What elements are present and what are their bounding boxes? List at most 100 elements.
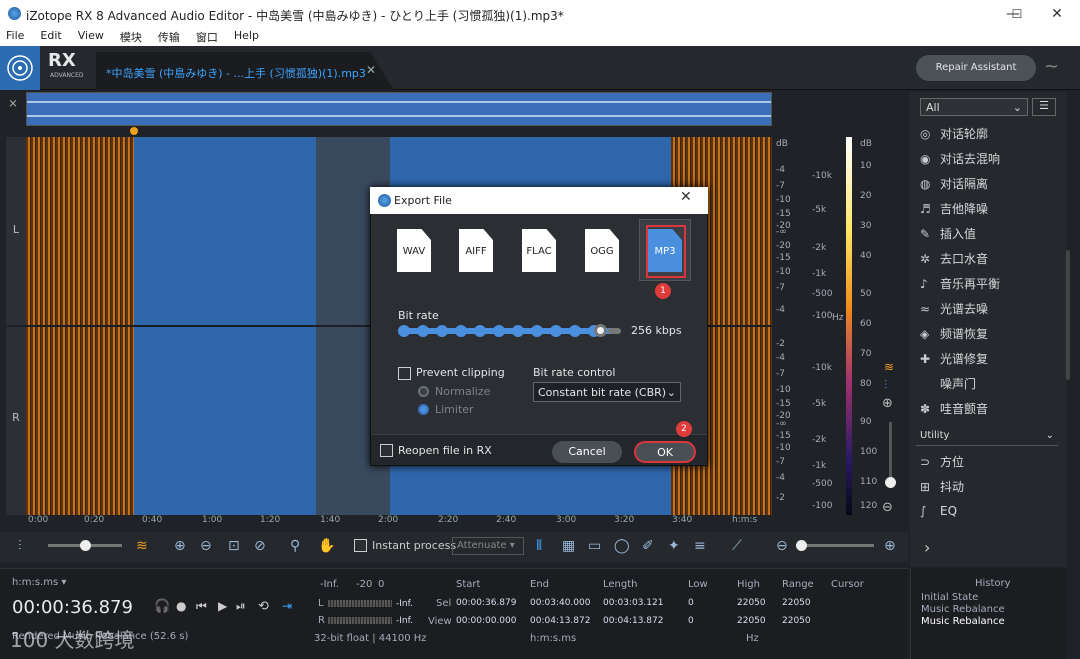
sel-high[interactable]: 22050 — [737, 598, 766, 608]
module-spectral-recovery[interactable]: ◈ 频谱恢复 — [920, 325, 988, 347]
brush-icon[interactable]: ✐ — [642, 536, 654, 556]
menu-transport[interactable]: 传输 — [150, 28, 188, 46]
channel-right[interactable]: R — [6, 327, 26, 515]
sel-range[interactable]: 22050 — [782, 598, 811, 608]
module-mouth-declick[interactable]: ✲ 去口水音 — [920, 250, 988, 272]
module-eq[interactable]: ∫ EQ — [920, 504, 957, 526]
repair-assistant-button[interactable]: Repair Assistant — [916, 55, 1036, 81]
follow-playhead-icon[interactable]: ⇥ — [282, 599, 292, 613]
format-aiff-button[interactable]: AIFF — [459, 229, 493, 272]
zoom-in-icon[interactable]: ⊕ — [174, 536, 186, 556]
hand-tool-icon[interactable]: ✋ — [318, 536, 335, 556]
history-item[interactable]: Music Rebalance — [921, 604, 1005, 615]
timeline-ruler[interactable]: 0:00 0:20 0:40 1:00 1:20 1:40 2:00 2:20 … — [26, 515, 772, 528]
zoom-fit-icon[interactable]: ⊘ — [254, 536, 266, 556]
envelope-icon[interactable]: ⟋ — [732, 536, 742, 556]
zoom-in-freq-icon[interactable]: ⊕ — [884, 536, 896, 556]
module-spectral-repair[interactable]: ✚ 光谱修复 — [920, 350, 988, 372]
format-wav-button[interactable]: WAV — [397, 229, 431, 272]
waveform-toggle-icon[interactable]: ≋ — [884, 360, 894, 374]
module-wow-flutter[interactable]: ✽ 哇音颤音 — [920, 400, 988, 422]
view-start[interactable]: 00:00:00.000 — [456, 616, 516, 626]
view-high[interactable]: 22050 — [737, 616, 766, 626]
menu-edit[interactable]: Edit — [32, 28, 69, 46]
playhead-marker[interactable] — [130, 127, 138, 135]
menu-modules[interactable]: 模块 — [112, 28, 150, 46]
monitor-icon[interactable]: 🎧 — [154, 599, 170, 614]
time-selection-icon[interactable]: ⦀ — [536, 536, 542, 556]
instant-process-checkbox[interactable] — [354, 539, 367, 552]
zoom-out-vertical-icon[interactable]: ⊖ — [882, 500, 893, 515]
freq-selection-icon[interactable]: ▦ — [562, 536, 575, 556]
close-tab-icon[interactable]: ✕ — [366, 63, 376, 77]
skip-back-icon[interactable]: ⏮ — [196, 599, 207, 614]
spectrogram-toggle-icon[interactable]: ⫶ — [884, 378, 887, 393]
zoom-in-vertical-icon[interactable]: ⊕ — [882, 396, 893, 411]
module-gate[interactable]: 噪声门 — [920, 375, 976, 397]
module-guitar-denoise[interactable]: ♬ 吉他降噪 — [920, 200, 988, 222]
menu-help[interactable]: Help — [226, 28, 267, 46]
module-dialogue-isolate[interactable]: ◍ 对话隔离 — [920, 175, 988, 197]
waveform-overview[interactable] — [26, 92, 772, 126]
sel-low[interactable]: 0 — [688, 598, 694, 608]
normalize-radio[interactable] — [418, 386, 429, 397]
module-menu-icon[interactable]: ☰ — [1032, 98, 1056, 116]
sel-end[interactable]: 00:03:40.000 — [530, 598, 590, 608]
vertical-zoom-knob[interactable] — [885, 477, 896, 488]
time-freq-selection-icon[interactable]: ▭ — [588, 536, 601, 556]
zoom-out-icon[interactable]: ⊖ — [200, 536, 212, 556]
expand-panel-icon[interactable]: › — [924, 538, 930, 557]
format-ogg-button[interactable]: OGG — [585, 229, 619, 272]
freq-zoom-knob[interactable] — [796, 540, 807, 551]
module-interpolate[interactable]: ✎ 插入值 — [920, 225, 976, 247]
spectrogram-mode-icon[interactable]: ≋ — [136, 536, 148, 556]
menu-file[interactable]: File — [0, 28, 32, 46]
bitrate-knob[interactable] — [594, 324, 607, 337]
menu-window[interactable]: 窗口 — [188, 28, 226, 46]
loop-icon[interactable]: ⟲ — [258, 599, 269, 614]
bitrate-slider[interactable] — [398, 328, 620, 334]
ok-button[interactable]: OK — [634, 441, 696, 463]
view-end[interactable]: 00:04:13.872 — [530, 616, 590, 626]
module-azimuth[interactable]: ⊃ 方位 — [920, 453, 964, 475]
menu-view[interactable]: View — [70, 28, 112, 46]
module-scrollbar[interactable] — [1066, 250, 1070, 380]
magic-wand-icon[interactable]: ✦ — [668, 536, 680, 556]
module-dialogue-dereverb[interactable]: ◉ 对话去混响 — [920, 150, 1000, 172]
utility-section-header[interactable]: Utility ⌄ — [916, 428, 1058, 446]
cancel-button[interactable]: Cancel — [552, 441, 622, 463]
zoom-out-freq-icon[interactable]: ⊖ — [776, 536, 788, 556]
attenuate-select[interactable]: Attenuate ▾ — [452, 537, 524, 555]
prevent-clipping-checkbox[interactable] — [398, 367, 411, 380]
play-icon[interactable]: ▶ — [218, 599, 227, 613]
format-flac-button[interactable]: FLAC — [522, 229, 556, 272]
view-range[interactable]: 22050 — [782, 616, 811, 626]
zoom-selection-icon[interactable]: ⊡ — [228, 536, 240, 556]
record-icon[interactable]: ● — [176, 599, 186, 613]
horizontal-zoom-knob[interactable] — [80, 540, 91, 551]
reopen-checkbox[interactable] — [380, 444, 393, 457]
module-music-rebalance[interactable]: ♪ 音乐再平衡 — [920, 275, 1000, 297]
bitrate-control-select[interactable]: Constant bit rate (CBR) ⌄ — [533, 382, 681, 402]
history-item[interactable]: Initial State — [921, 592, 978, 603]
collapse-overview-icon[interactable]: ⨯ — [8, 96, 18, 110]
magnify-tool-icon[interactable]: ⚲ — [290, 536, 300, 556]
module-dither[interactable]: ⊞ 抖动 — [920, 478, 964, 500]
freq-zoom-track[interactable] — [796, 544, 874, 547]
limiter-radio[interactable] — [418, 404, 429, 415]
harmonic-selection-icon[interactable]: ≡ — [694, 536, 706, 556]
waveform-zoom-icon[interactable]: ⫶ — [18, 536, 22, 556]
dialog-close-icon[interactable]: ✕ — [680, 189, 692, 205]
time-format-select[interactable]: h:m:s.ms ▾ — [12, 577, 66, 588]
view-length[interactable]: 00:04:13.872 — [603, 616, 663, 626]
sel-start[interactable]: 00:00:36.879 — [456, 598, 516, 608]
lasso-icon[interactable]: ◯ — [614, 536, 630, 556]
format-mp3-button[interactable]: MP3 — [648, 229, 682, 272]
channel-left[interactable]: L — [6, 137, 26, 325]
module-filter-select[interactable]: All ⌄ — [920, 98, 1028, 116]
module-spectral-denoise[interactable]: ≈ 光谱去噪 — [920, 300, 988, 322]
view-low[interactable]: 0 — [688, 616, 694, 626]
history-item-current[interactable]: Music Rebalance — [921, 616, 1005, 627]
close-button[interactable]: ✕ — [1034, 0, 1080, 28]
play-selection-icon[interactable]: ⏯ — [236, 599, 246, 614]
